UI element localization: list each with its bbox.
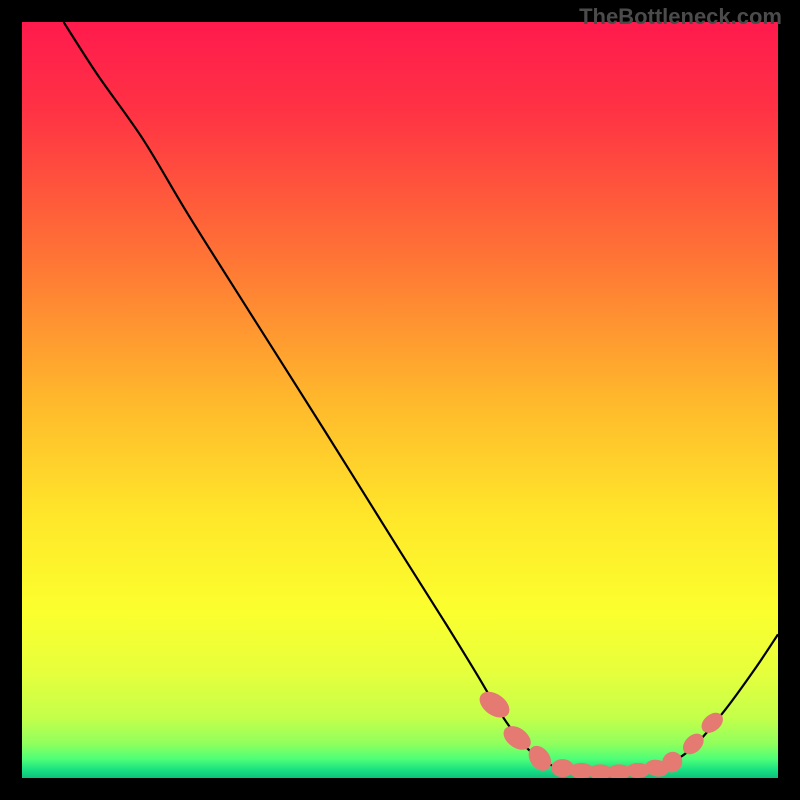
chart-canvas — [22, 22, 778, 778]
attribution-text: TheBottleneck.com — [579, 4, 782, 30]
chart-background — [22, 22, 778, 778]
chart-svg — [22, 22, 778, 778]
